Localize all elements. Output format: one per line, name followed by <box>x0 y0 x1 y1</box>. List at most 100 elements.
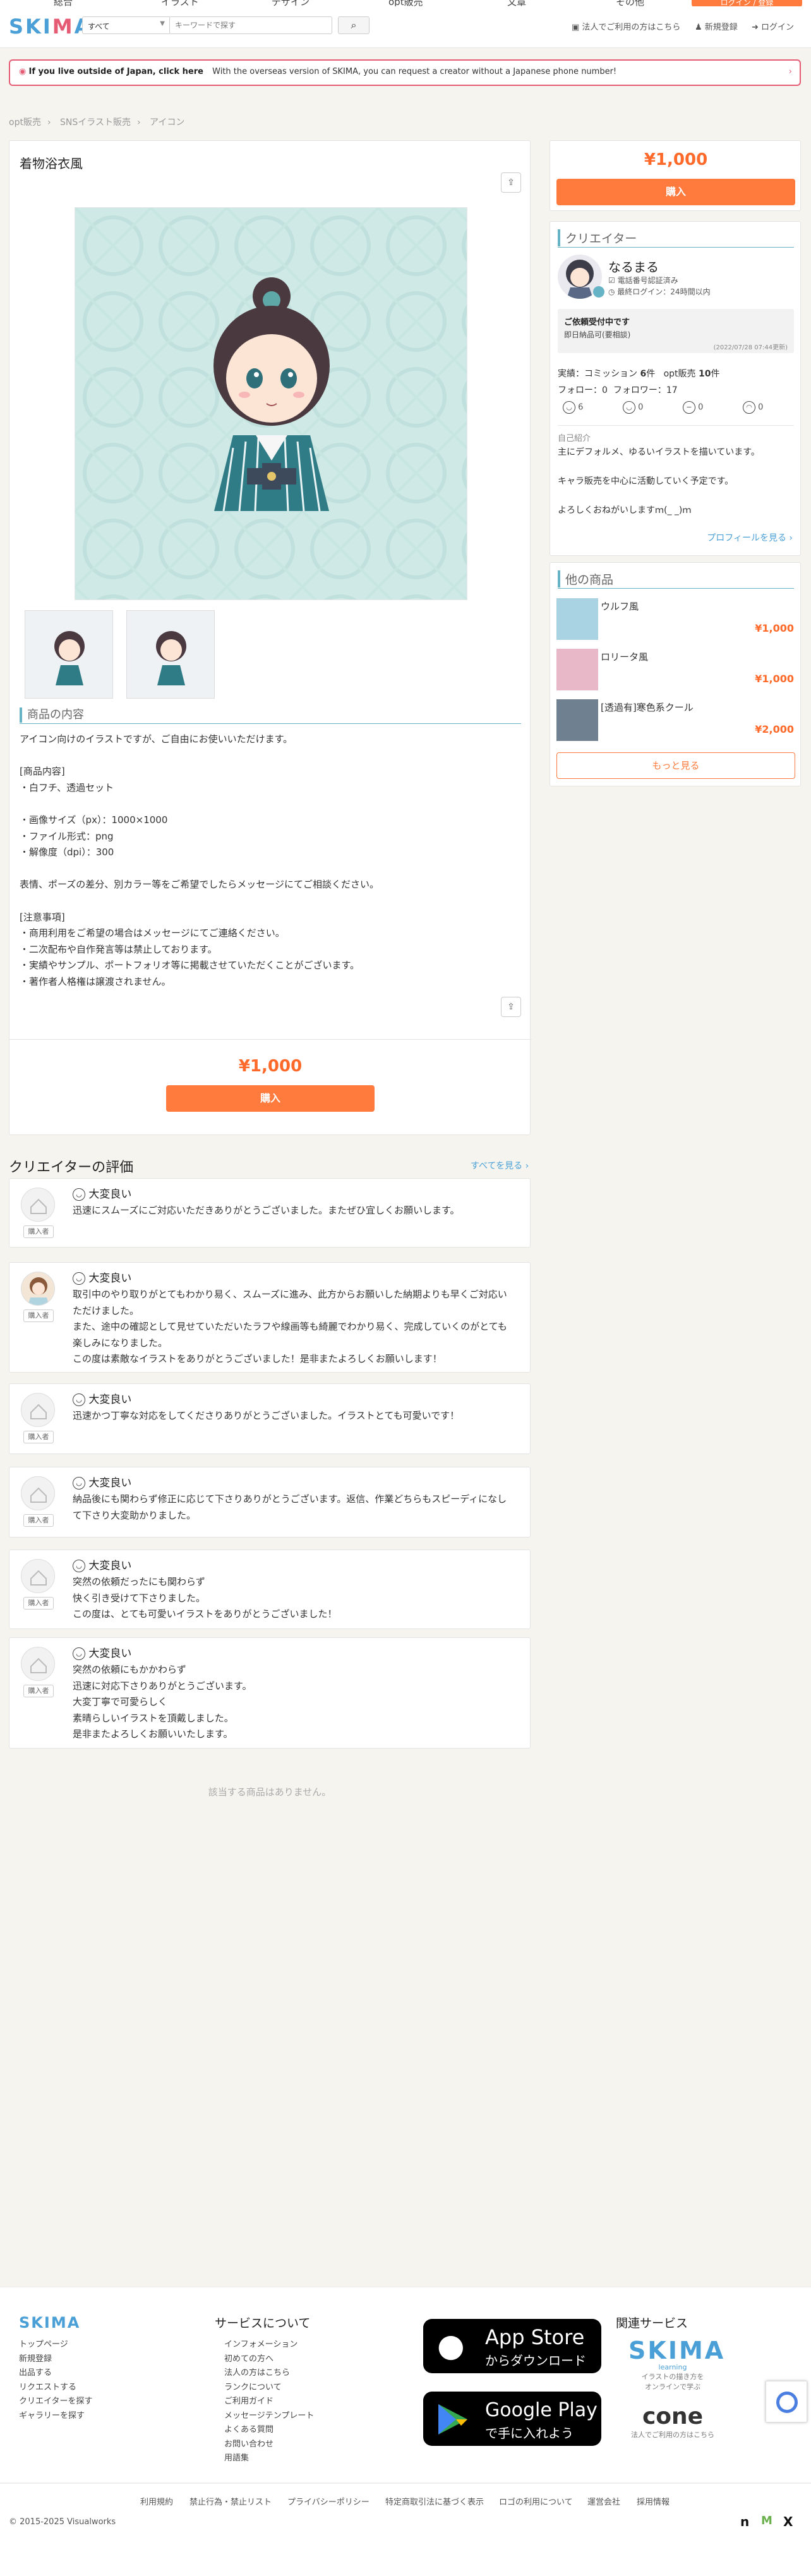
top-nav-item[interactable]: その他 <box>616 0 644 6</box>
footer-link[interactable]: クリエイターを探す <box>19 2395 92 2409</box>
top-nav-item[interactable]: 総合 <box>54 0 73 6</box>
other-item[interactable]: ロリータ風 ¥1,000 <box>550 645 802 693</box>
review-text: 取引中のやり取りがとてもわかり易く、スムーズに進み、此方からお願いした納期よりも… <box>73 1287 515 1368</box>
more-items-button[interactable]: もっと見る <box>556 752 795 779</box>
legal-link[interactable]: プライバシーポリシー <box>287 2495 369 2507</box>
corp-link[interactable]: ▣ 法人でご利用の方はこちら <box>572 20 680 32</box>
footer-link[interactable]: よくある質問 <box>224 2423 314 2438</box>
other-item[interactable]: [透過有]寒色系クール ¥2,000 <box>550 695 802 743</box>
breadcrumb-item[interactable]: SNSイラスト販売 <box>60 117 131 128</box>
legal-link[interactable]: 禁止行為・禁止リスト <box>189 2495 272 2507</box>
share-button[interactable]: ⇪ <box>501 997 521 1017</box>
status-title: ご依頼受付中です <box>564 318 630 327</box>
footer-link[interactable]: リクエストする <box>19 2381 92 2395</box>
rating-count: 0 <box>698 402 704 412</box>
reviews-all-link[interactable]: すべてを見る › <box>471 1159 529 1172</box>
chevron-right-icon: › <box>788 67 792 76</box>
search-button[interactable]: ⌕ <box>338 16 369 34</box>
review-line: この度は素敵なイラストをありがとうございました！是非またよろしくお願いします！ <box>73 1353 442 1365</box>
share-button[interactable]: ⇪ <box>501 172 521 193</box>
google-play-line1: Google Play <box>485 2399 598 2421</box>
top-nav-item[interactable]: 文章 <box>507 0 526 6</box>
footer-link[interactable]: メッセージテンプレート <box>224 2409 314 2424</box>
recaptcha-badge[interactable] <box>766 2381 807 2423</box>
legal-link[interactable]: 特定商取引法に基づく表示 <box>385 2495 484 2507</box>
review-line: 大変丁寧で可愛らしく <box>73 1696 168 1708</box>
legal-link[interactable]: 採用情報 <box>637 2495 670 2507</box>
mercari-icon[interactable]: M <box>761 2514 772 2527</box>
app-store-button[interactable]: ● App Store からダウンロード <box>423 2319 601 2373</box>
footer-link[interactable]: ご利用ガイド <box>224 2395 314 2409</box>
footer-service-heading: サービスについて <box>215 2316 311 2330</box>
breadcrumb-item[interactable]: opt販売 <box>9 117 41 128</box>
commission-count: 6 <box>640 369 647 379</box>
search-input[interactable] <box>169 16 332 34</box>
product-thumbnail[interactable] <box>25 610 113 699</box>
overseas-notice-banner[interactable]: ◉ If you live outside of Japan, click he… <box>9 59 801 86</box>
sidebar-buy-button[interactable]: 購入 <box>556 179 795 205</box>
follow-count[interactable]: フォロー：0 <box>558 385 608 395</box>
rating-count: 0 <box>638 402 644 412</box>
verified-status: ☑ 電話番号認証済み <box>608 275 678 286</box>
skima-learning-link[interactable]: SKIMA learning イラストの描き方を オンラインで学ぶ <box>628 2337 726 2392</box>
footer-logo[interactable]: SKIMA <box>19 2314 80 2332</box>
top-nav-item[interactable]: opt販売 <box>388 0 423 6</box>
footer-link[interactable]: ランクについて <box>224 2381 314 2395</box>
buyer-badge: 購入者 <box>23 1431 54 1443</box>
product-thumbnail[interactable] <box>126 610 215 699</box>
legal-link[interactable]: ロゴの利用について <box>499 2495 573 2507</box>
other-item[interactable]: ウルフ風 ¥1,000 <box>550 594 802 642</box>
no-items-message: 該当する商品はありません。 <box>208 1786 332 1798</box>
footer-link[interactable]: トップページ <box>19 2338 92 2352</box>
profile-link[interactable]: プロフィールを見る › <box>707 531 793 544</box>
review-line: 迅速にスムーズにご対応いただきありがとうございました。またぜひ宜しくお願いします… <box>73 1205 460 1216</box>
top-nav-item[interactable]: デザイン <box>272 0 309 6</box>
buyer-badge: 購入者 <box>23 1309 54 1322</box>
review-card: 購入者 ◡ 大変良い 突然の依頼にもかかわらず 迅速に対応下さりありがとうござい… <box>9 1637 531 1748</box>
footer-link[interactable]: 初めての方へ <box>224 2352 314 2367</box>
login-link[interactable]: ➜ ログイン <box>752 20 794 32</box>
google-play-button[interactable]: Google Play で手に入れよう <box>423 2392 601 2446</box>
legal-link[interactable]: 運営会社 <box>587 2495 620 2507</box>
product-main-image[interactable] <box>75 207 467 600</box>
x-icon[interactable]: X <box>783 2514 793 2529</box>
top-nav-item[interactable]: イラスト <box>161 0 199 6</box>
buyer-badge: 購入者 <box>23 1685 54 1697</box>
house-icon <box>30 1570 47 1586</box>
footer-link[interactable]: 法人の方はこちら <box>224 2366 314 2381</box>
other-item-title: [透過有]寒色系クール <box>601 702 694 713</box>
other-items-box: 他の商品 ウルフ風 ¥1,000 ロリータ風 ¥1,000 [透過有]寒色系クー… <box>550 562 801 786</box>
legal-link[interactable]: 利用規約 <box>140 2495 173 2507</box>
description-line <box>20 861 519 877</box>
follower-count[interactable]: フォロワー：17 <box>613 385 678 395</box>
creator-name[interactable]: なるまる <box>608 257 659 275</box>
skima-learning-logo: SKIMA <box>628 2337 726 2364</box>
review-rating: ◡ 大変良い <box>73 1474 131 1490</box>
breadcrumb-separator: › <box>47 117 51 128</box>
footer-link[interactable]: インフォメーション <box>224 2338 314 2352</box>
request-status-box: ご依頼受付中です 即日納品可(要相談) (2022/07/28 07:44更新) <box>558 309 794 353</box>
bad-face-icon: ◠ <box>743 401 755 414</box>
footer-link[interactable]: 新規登録 <box>19 2352 92 2367</box>
note-icon[interactable]: n <box>740 2514 749 2529</box>
cone-link[interactable]: cone 法人でご利用の方はこちら <box>625 2404 720 2440</box>
review-rating: ◡ 大変良い <box>73 1556 131 1572</box>
footer-link[interactable]: ギャラリーを探す <box>19 2409 92 2424</box>
footer-link[interactable]: 出品する <box>19 2366 92 2381</box>
footer-link[interactable]: 用語集 <box>224 2452 314 2466</box>
register-link[interactable]: ♟ 新規登録 <box>695 20 738 32</box>
section-divider <box>558 588 794 589</box>
review-card: 購入者 ◡ 大変良い 迅速かつ丁寧な対応をしてくださりありがとうございました。イ… <box>9 1383 531 1454</box>
breadcrumb-item[interactable]: アイコン <box>150 117 184 128</box>
footer-link[interactable]: お問い合わせ <box>224 2438 314 2452</box>
house-icon <box>30 1404 47 1419</box>
skima-learning-desc: イラストの描き方を <box>641 2373 704 2381</box>
buy-button[interactable]: 購入 <box>166 1085 375 1112</box>
category-select[interactable]: すべて ▼ <box>82 16 171 34</box>
divider <box>9 1039 531 1040</box>
login-icon: ➜ <box>752 23 762 32</box>
intro-line: 主にデフォルメ、ゆるいイラストを描いています。 <box>558 447 760 457</box>
site-logo[interactable]: SKIMA <box>9 15 92 39</box>
top-nav-cta-button[interactable]: ログイン / 登録 <box>692 0 802 6</box>
review-line: 取引中のやり取りがとてもわかり易く、スムーズに進み、此方からお願いした納期よりも… <box>73 1289 507 1316</box>
